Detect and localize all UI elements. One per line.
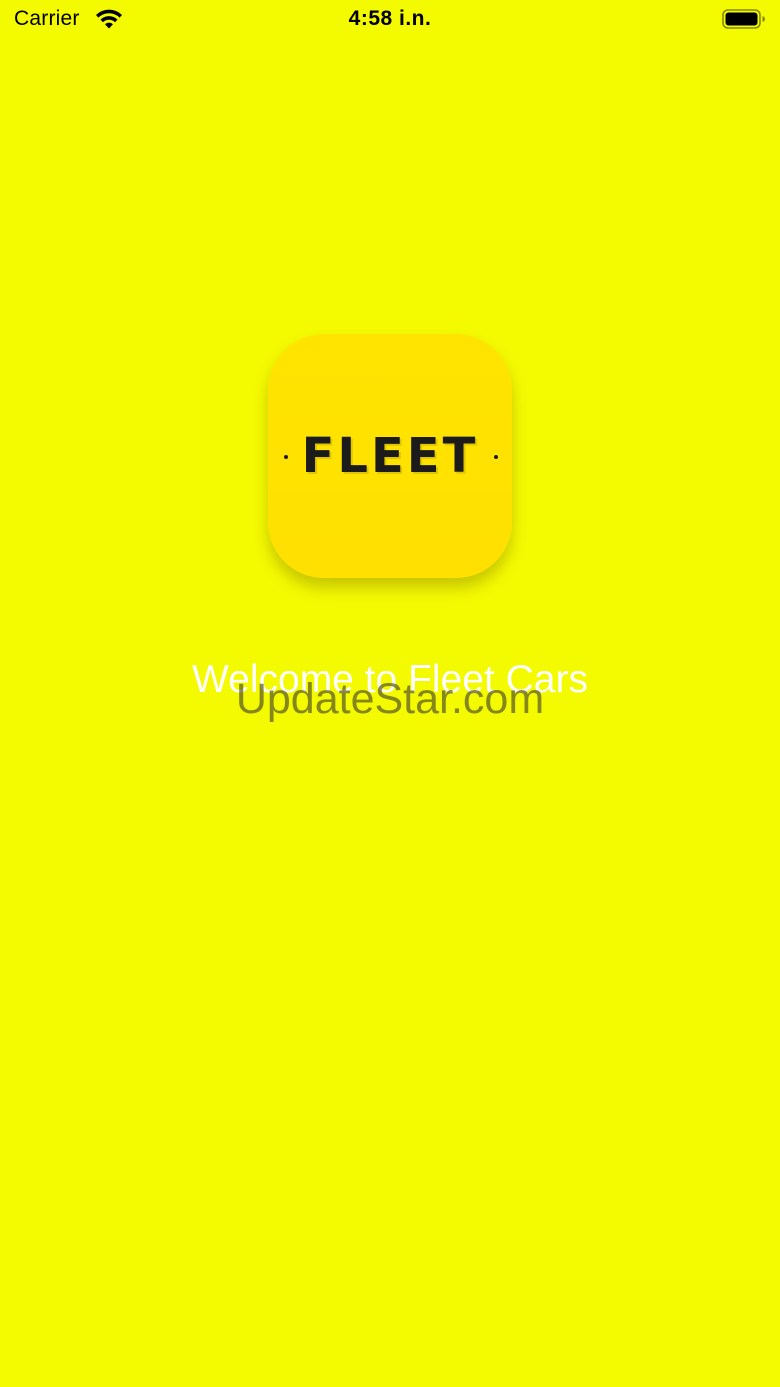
status-bar: Carrier 4:58 i.n. (0, 0, 780, 40)
logo-text: FLEET (301, 428, 479, 484)
logo-dot-right (494, 455, 498, 459)
status-time: 4:58 i.n. (348, 7, 432, 30)
splash-screen: Carrier 4:58 i.n. FLEET Welcome to Fleet… (0, 0, 780, 1387)
watermark-text: UpdateStar.com (235, 675, 545, 723)
battery-icon (722, 9, 765, 29)
app-logo-icon: FLEET (268, 334, 512, 578)
